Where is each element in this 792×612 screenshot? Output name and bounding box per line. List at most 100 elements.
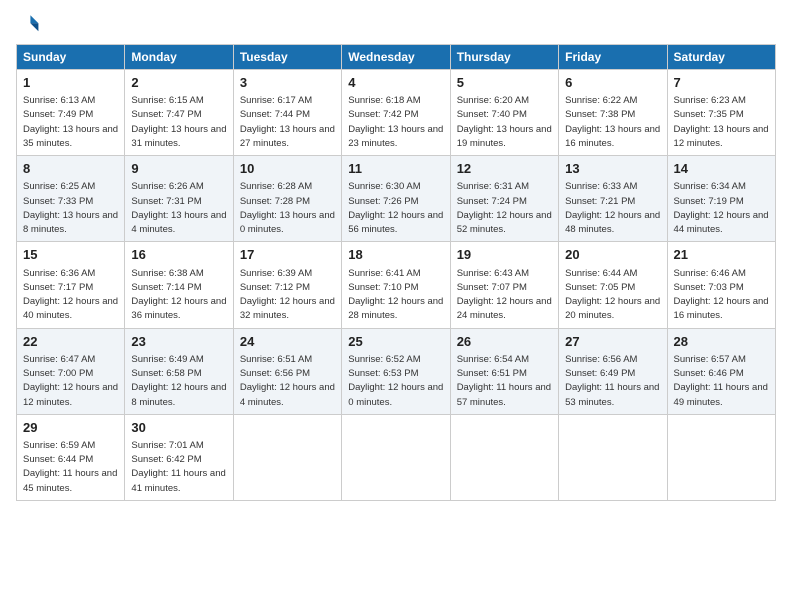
day-info: Sunrise: 6:26 AM Sunset: 7:31 PM Dayligh…: [131, 180, 226, 237]
calendar-cell: 11 Sunrise: 6:30 AM Sunset: 7:26 PM Dayli…: [342, 156, 450, 242]
day-number: 12: [457, 160, 552, 178]
day-number: 20: [565, 246, 660, 264]
calendar-week-2: 15 Sunrise: 6:36 AM Sunset: 7:17 PM Dayli…: [17, 242, 776, 328]
day-number: 4: [348, 74, 443, 92]
calendar-cell: 27Sunrise: 6:56 AM Sunset: 6:49 PM Dayli…: [559, 328, 667, 414]
day-info: Sunrise: 6:39 AM Sunset: 7:12 PM Dayligh…: [240, 267, 335, 324]
day-number: 30: [131, 419, 226, 437]
calendar-cell: 13 Sunrise: 6:33 AM Sunset: 7:21 PM Dayli…: [559, 156, 667, 242]
day-info: Sunrise: 6:31 AM Sunset: 7:24 PM Dayligh…: [457, 180, 552, 237]
day-info: Sunrise: 6:36 AM Sunset: 7:17 PM Dayligh…: [23, 267, 118, 324]
day-info: Sunrise: 6:17 AM Sunset: 7:44 PM Dayligh…: [240, 94, 335, 151]
calendar-cell: 22 Sunrise: 6:47 AM Sunset: 7:00 PM Dayli…: [17, 328, 125, 414]
calendar-week-4: 29 Sunrise: 6:59 AM Sunset: 6:44 PM Dayli…: [17, 414, 776, 500]
calendar-cell: 1Sunrise: 6:13 AM Sunset: 7:49 PM Daylig…: [17, 70, 125, 156]
logo-icon: [16, 12, 40, 36]
day-number: 13: [565, 160, 660, 178]
calendar-week-0: 1Sunrise: 6:13 AM Sunset: 7:49 PM Daylig…: [17, 70, 776, 156]
calendar-cell: 6 Sunrise: 6:22 AM Sunset: 7:38 PM Daylig…: [559, 70, 667, 156]
calendar-cell: 28 Sunrise: 6:57 AM Sunset: 6:46 PM Dayli…: [667, 328, 775, 414]
day-info: Sunrise: 6:51 AM Sunset: 6:56 PM Dayligh…: [240, 353, 335, 410]
calendar-cell: 19 Sunrise: 6:43 AM Sunset: 7:07 PM Dayli…: [450, 242, 558, 328]
day-number: 7: [674, 74, 769, 92]
calendar-cell: 17 Sunrise: 6:39 AM Sunset: 7:12 PM Dayli…: [233, 242, 341, 328]
calendar-cell: 7 Sunrise: 6:23 AM Sunset: 7:35 PM Daylig…: [667, 70, 775, 156]
calendar-cell: 30 Sunrise: 7:01 AM Sunset: 6:42 PM Dayli…: [125, 414, 233, 500]
calendar-cell: 18 Sunrise: 6:41 AM Sunset: 7:10 PM Dayli…: [342, 242, 450, 328]
day-number: 2: [131, 74, 226, 92]
day-info: Sunrise: 6:28 AM Sunset: 7:28 PM Dayligh…: [240, 180, 335, 237]
page: SundayMondayTuesdayWednesdayThursdayFrid…: [0, 0, 792, 612]
col-header-tuesday: Tuesday: [233, 45, 341, 70]
col-header-wednesday: Wednesday: [342, 45, 450, 70]
day-info: Sunrise: 6:57 AM Sunset: 6:46 PM Dayligh…: [674, 353, 769, 410]
day-number: 22: [23, 333, 118, 351]
header: [16, 12, 776, 36]
day-info: Sunrise: 6:38 AM Sunset: 7:14 PM Dayligh…: [131, 267, 226, 324]
day-number: 19: [457, 246, 552, 264]
calendar-cell: [342, 414, 450, 500]
day-info: Sunrise: 6:59 AM Sunset: 6:44 PM Dayligh…: [23, 439, 118, 496]
day-number: 25: [348, 333, 443, 351]
day-number: 18: [348, 246, 443, 264]
day-info: Sunrise: 6:18 AM Sunset: 7:42 PM Dayligh…: [348, 94, 443, 151]
calendar-cell: [233, 414, 341, 500]
day-number: 16: [131, 246, 226, 264]
calendar-cell: 29 Sunrise: 6:59 AM Sunset: 6:44 PM Dayli…: [17, 414, 125, 500]
day-info: Sunrise: 6:49 AM Sunset: 6:58 PM Dayligh…: [131, 353, 226, 410]
day-number: 24: [240, 333, 335, 351]
calendar-cell: 3 Sunrise: 6:17 AM Sunset: 7:44 PM Daylig…: [233, 70, 341, 156]
calendar-cell: 23Sunrise: 6:49 AM Sunset: 6:58 PM Dayli…: [125, 328, 233, 414]
day-number: 3: [240, 74, 335, 92]
col-header-monday: Monday: [125, 45, 233, 70]
day-info: Sunrise: 6:52 AM Sunset: 6:53 PM Dayligh…: [348, 353, 443, 410]
calendar-cell: 12 Sunrise: 6:31 AM Sunset: 7:24 PM Dayli…: [450, 156, 558, 242]
day-info: Sunrise: 6:23 AM Sunset: 7:35 PM Dayligh…: [674, 94, 769, 151]
calendar-cell: 15 Sunrise: 6:36 AM Sunset: 7:17 PM Dayli…: [17, 242, 125, 328]
day-info: Sunrise: 6:54 AM Sunset: 6:51 PM Dayligh…: [457, 353, 552, 410]
col-header-friday: Friday: [559, 45, 667, 70]
day-number: 28: [674, 333, 769, 351]
calendar-cell: [450, 414, 558, 500]
day-number: 9: [131, 160, 226, 178]
day-number: 11: [348, 160, 443, 178]
day-info: Sunrise: 6:25 AM Sunset: 7:33 PM Dayligh…: [23, 180, 118, 237]
calendar-cell: 9 Sunrise: 6:26 AM Sunset: 7:31 PM Daylig…: [125, 156, 233, 242]
day-info: Sunrise: 7:01 AM Sunset: 6:42 PM Dayligh…: [131, 439, 226, 496]
calendar-cell: 21 Sunrise: 6:46 AM Sunset: 7:03 PM Dayli…: [667, 242, 775, 328]
day-info: Sunrise: 6:46 AM Sunset: 7:03 PM Dayligh…: [674, 267, 769, 324]
day-number: 6: [565, 74, 660, 92]
day-number: 26: [457, 333, 552, 351]
day-info: Sunrise: 6:20 AM Sunset: 7:40 PM Dayligh…: [457, 94, 552, 151]
day-info: Sunrise: 6:15 AM Sunset: 7:47 PM Dayligh…: [131, 94, 226, 151]
day-info: Sunrise: 6:43 AM Sunset: 7:07 PM Dayligh…: [457, 267, 552, 324]
calendar-cell: 16 Sunrise: 6:38 AM Sunset: 7:14 PM Dayli…: [125, 242, 233, 328]
day-number: 27: [565, 333, 660, 351]
day-info: Sunrise: 6:47 AM Sunset: 7:00 PM Dayligh…: [23, 353, 118, 410]
day-info: Sunrise: 6:41 AM Sunset: 7:10 PM Dayligh…: [348, 267, 443, 324]
calendar-cell: [667, 414, 775, 500]
calendar-cell: 10Sunrise: 6:28 AM Sunset: 7:28 PM Dayli…: [233, 156, 341, 242]
day-info: Sunrise: 6:30 AM Sunset: 7:26 PM Dayligh…: [348, 180, 443, 237]
day-number: 14: [674, 160, 769, 178]
day-number: 17: [240, 246, 335, 264]
calendar-header-row: SundayMondayTuesdayWednesdayThursdayFrid…: [17, 45, 776, 70]
day-info: Sunrise: 6:44 AM Sunset: 7:05 PM Dayligh…: [565, 267, 660, 324]
day-info: Sunrise: 6:34 AM Sunset: 7:19 PM Dayligh…: [674, 180, 769, 237]
calendar-cell: 26 Sunrise: 6:54 AM Sunset: 6:51 PM Dayli…: [450, 328, 558, 414]
day-info: Sunrise: 6:33 AM Sunset: 7:21 PM Dayligh…: [565, 180, 660, 237]
day-number: 8: [23, 160, 118, 178]
day-number: 29: [23, 419, 118, 437]
calendar-cell: 14 Sunrise: 6:34 AM Sunset: 7:19 PM Dayli…: [667, 156, 775, 242]
day-number: 15: [23, 246, 118, 264]
day-number: 21: [674, 246, 769, 264]
day-number: 5: [457, 74, 552, 92]
day-info: Sunrise: 6:13 AM Sunset: 7:49 PM Dayligh…: [23, 94, 118, 151]
calendar-cell: 8 Sunrise: 6:25 AM Sunset: 7:33 PM Daylig…: [17, 156, 125, 242]
calendar-week-1: 8 Sunrise: 6:25 AM Sunset: 7:33 PM Daylig…: [17, 156, 776, 242]
day-info: Sunrise: 6:22 AM Sunset: 7:38 PM Dayligh…: [565, 94, 660, 151]
calendar-cell: 4 Sunrise: 6:18 AM Sunset: 7:42 PM Daylig…: [342, 70, 450, 156]
calendar-cell: 5 Sunrise: 6:20 AM Sunset: 7:40 PM Daylig…: [450, 70, 558, 156]
calendar-cell: 24 Sunrise: 6:51 AM Sunset: 6:56 PM Dayli…: [233, 328, 341, 414]
calendar-cell: [559, 414, 667, 500]
